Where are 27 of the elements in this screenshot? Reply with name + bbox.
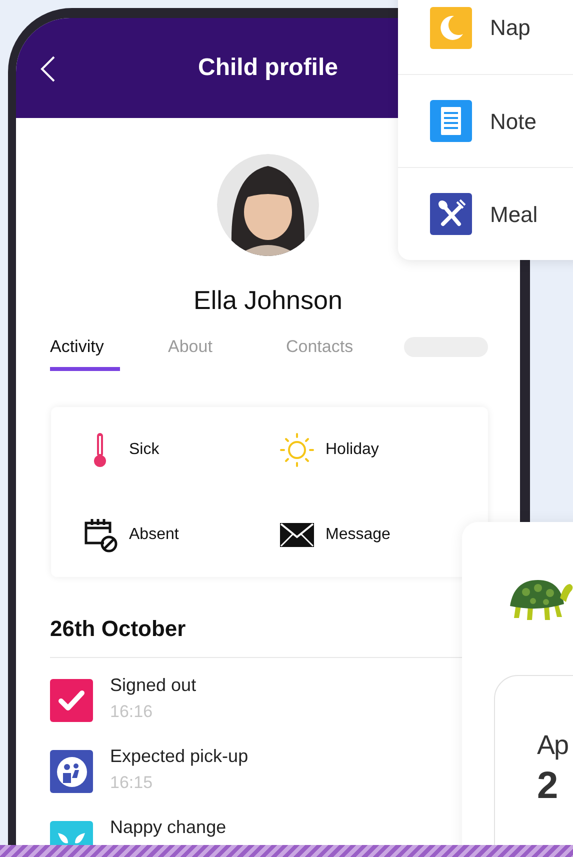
- date-heading: 26th October: [50, 615, 187, 643]
- parent-child-icon: [50, 750, 93, 793]
- event-title: Signed out: [110, 674, 196, 697]
- action-button[interactable]: Sick: [73, 407, 270, 492]
- child-name: Ella Johnson: [192, 284, 344, 316]
- event-time: 16:16: [110, 701, 154, 723]
- action-button[interactable]: Holiday: [270, 407, 466, 492]
- calendar-blocked-icon: [82, 516, 118, 552]
- back-icon: [40, 55, 56, 83]
- menu-item[interactable]: Nap: [398, 0, 573, 74]
- cutlery-icon: [430, 193, 472, 235]
- menu-item[interactable]: Note: [398, 74, 573, 167]
- card-label: Ap: [537, 729, 570, 762]
- profile-tab[interactable]: Activity: [50, 336, 168, 371]
- screen-title: Child profile: [198, 53, 338, 83]
- event-title: Nappy change: [110, 816, 226, 839]
- checkmark-icon: [50, 679, 93, 722]
- sun-icon: [278, 432, 314, 468]
- card-value: 2: [537, 764, 560, 808]
- document-icon: [430, 100, 472, 142]
- event-title: Expected pick-up: [110, 745, 248, 768]
- action-button[interactable]: Absent: [73, 492, 270, 577]
- event-time: 16:15: [110, 772, 154, 794]
- envelope-icon: [280, 522, 314, 546]
- moon-icon: [430, 6, 472, 48]
- thermometer-icon: [93, 432, 107, 468]
- menu-item[interactable]: Meal: [398, 167, 573, 260]
